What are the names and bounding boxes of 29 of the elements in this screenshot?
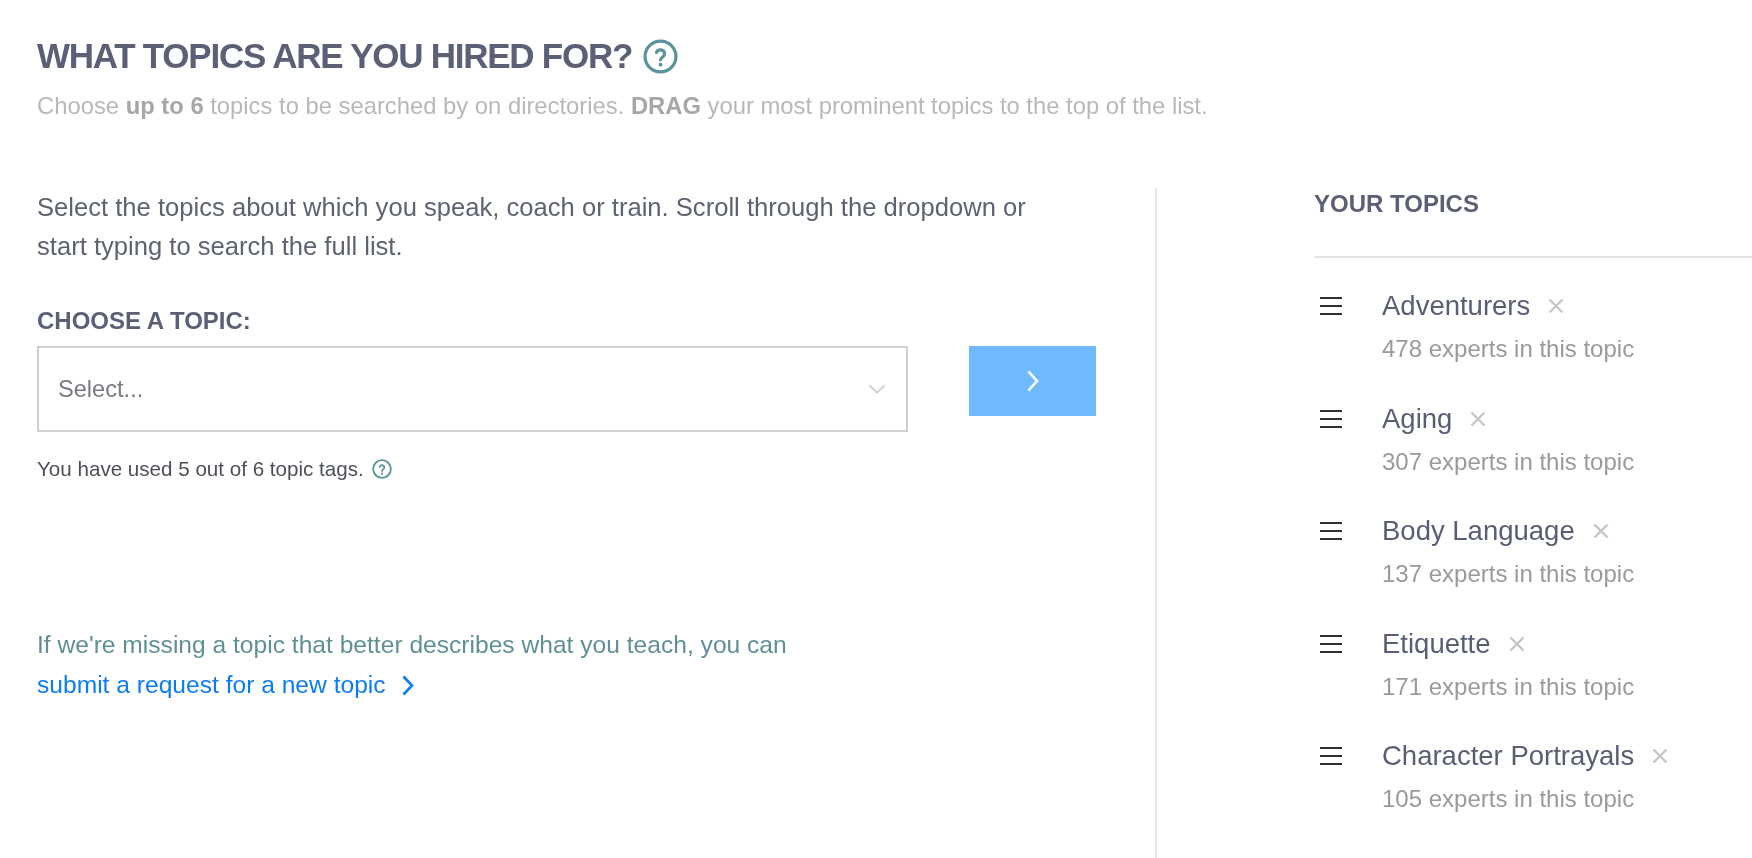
your-topics-title: YOUR TOPICS — [1314, 189, 1752, 258]
chevron-down-icon — [868, 384, 886, 394]
chevron-right-icon — [1026, 370, 1039, 392]
topic-name: Adventurers — [1382, 290, 1531, 322]
topic-count: 105 experts in this topic — [1382, 785, 1636, 813]
chevron-right-icon — [401, 674, 414, 696]
page-subtitle: Choose up to 6 topics to be searched by on directories. DRAG your most prominent topics to the top of the list. — [37, 91, 1209, 121]
hamburger-icon[interactable] — [1320, 522, 1342, 540]
hamburger-icon[interactable] — [1320, 409, 1342, 428]
help-icon[interactable] — [643, 38, 679, 74]
choose-topic-label: CHOOSE A TOPIC: — [37, 306, 252, 336]
topic-count: 478 experts in this topic — [1382, 335, 1635, 363]
request-topic-link[interactable]: submit a request for a new topic — [37, 665, 414, 705]
intro-text: Select the topics about which you speak, coach or train. Scroll through the dropdown or start typing to search the full list. — [37, 192, 1027, 262]
help-icon[interactable] — [371, 459, 392, 479]
topic-name: Body Language — [1382, 515, 1575, 547]
hamburger-icon[interactable] — [1320, 747, 1342, 765]
topic-name: Etiquette — [1382, 627, 1491, 660]
topic-count: 171 experts in this topic — [1382, 672, 1635, 701]
missing-topic-note: If we're missing a topic that better describes what you teach, you can submit a request for a new topic — [37, 625, 1117, 705]
hamburger-icon[interactable] — [1320, 634, 1342, 653]
topic-name: Aging — [1382, 402, 1453, 435]
usage-note: You have used 5 out of 6 topic tags. — [37, 457, 364, 481]
topic-count: 307 experts in this topic — [1382, 447, 1635, 476]
topic-select[interactable]: Select... — [37, 346, 908, 432]
page-title: WHAT TOPICS ARE YOU HIRED FOR? — [37, 36, 633, 76]
hamburger-icon[interactable] — [1320, 297, 1342, 315]
topic-name: Character Portrayals — [1382, 740, 1635, 772]
topic-count: 137 experts in this topic — [1382, 560, 1635, 588]
